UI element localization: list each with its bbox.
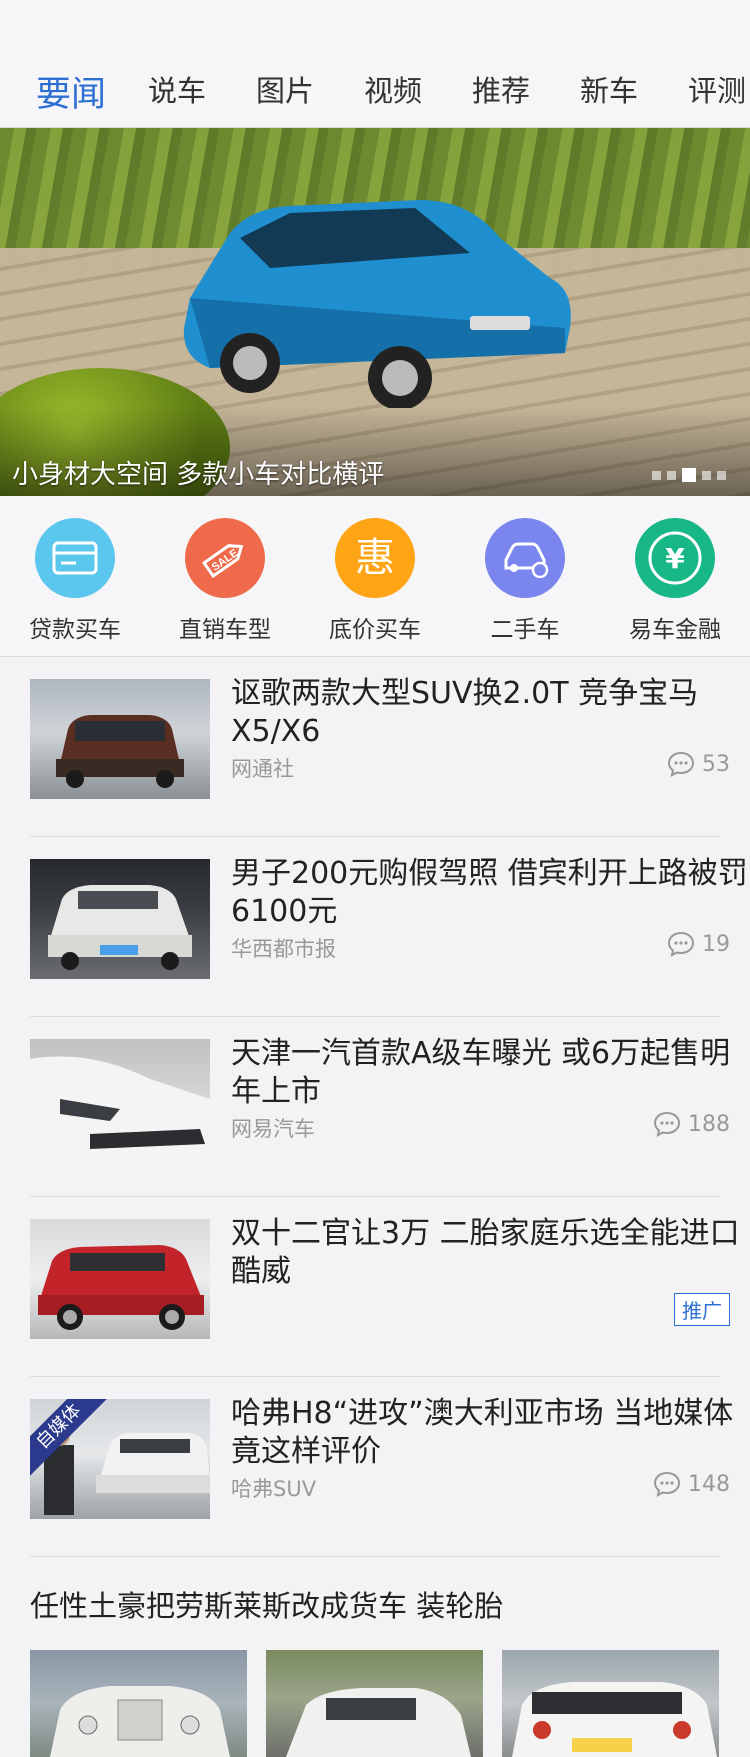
tab-car-talk[interactable]: 说车: [148, 68, 206, 110]
news-title: 双十二官让3万 二胎家庭乐选全能进口酷威: [231, 1216, 740, 1289]
news-thumbnail: [30, 679, 210, 799]
top-tab-bar: 要闻 说车 图片 视频 推荐 新车 评测: [0, 0, 750, 128]
news-list-item[interactable]: 男子200元购假驾照 借宾利开上路被罚6100元 华西都市报 19: [30, 837, 748, 1017]
shortcut-used-car[interactable]: 二手车: [450, 518, 600, 644]
news-thumbnail: 自媒体: [30, 1399, 210, 1519]
news-list-item-promoted[interactable]: 双十二官让3万 二胎家庭乐选全能进口酷威 推广: [30, 1197, 740, 1377]
carousel-dot[interactable]: [652, 470, 661, 480]
carousel-dot-active[interactable]: [682, 468, 696, 482]
tab-pictures[interactable]: 图片: [256, 68, 314, 110]
tab-reviews[interactable]: 评测: [688, 68, 746, 110]
carousel-dot[interactable]: [702, 470, 711, 480]
banner-car-image: [183, 200, 571, 408]
gallery-image[interactable]: [266, 1650, 483, 1757]
news-title: 天津一汽首款A级车曝光 或6万起售明年上市: [231, 1036, 731, 1109]
news-source: 网通社: [231, 757, 294, 781]
news-list-item[interactable]: 自媒体 哈弗H8“进攻”澳大利亚市场 当地媒体竟这样评价 哈弗SUV 148: [30, 1377, 733, 1557]
news-list-item[interactable]: 天津一汽首款A级车曝光 或6万起售明年上市 网易汽车 188: [30, 1017, 730, 1197]
shortcut-finance[interactable]: ¥ 易车金融: [600, 518, 750, 644]
carousel-page-indicator: [652, 468, 726, 482]
comment-count[interactable]: 19: [666, 930, 730, 958]
tab-new-cars[interactable]: 新车: [580, 68, 638, 110]
shortcut-floor-price[interactable]: 惠 底价买车: [300, 518, 450, 644]
comment-count-value: 53: [702, 751, 730, 777]
promoted-badge: 推广: [674, 1293, 730, 1326]
yen-icon: ¥: [635, 518, 715, 598]
sale-tag-icon: SALE: [185, 518, 265, 598]
gallery-image[interactable]: [502, 1650, 719, 1757]
news-list-item[interactable]: 讴歌两款大型SUV换2.0T 竞争宝马X5/X6 网通社 53: [30, 657, 730, 837]
comment-count-value: 188: [688, 1111, 730, 1137]
comment-icon: [667, 751, 695, 777]
news-thumbnail: [30, 859, 210, 979]
news-title: 哈弗H8“进攻”澳大利亚市场 当地媒体竟这样评价: [231, 1396, 734, 1469]
svg-text:¥: ¥: [665, 542, 685, 575]
comment-count[interactable]: 148: [652, 1470, 730, 1498]
shortcut-loan[interactable]: 贷款买车: [0, 518, 150, 644]
gallery-image[interactable]: [30, 1650, 247, 1757]
comment-count-value: 19: [702, 931, 730, 957]
comment-icon: [653, 1471, 681, 1497]
carousel-dot[interactable]: [667, 470, 676, 480]
shortcut-label: 二手车: [490, 617, 560, 643]
shortcut-row: 贷款买车 SALE 直销车型 惠 底价买车 二手车 ¥ 易车金融: [0, 496, 750, 657]
banner-carousel[interactable]: 小身材大空间 多款小车对比横评: [0, 128, 750, 496]
news-source: 华西都市报: [231, 937, 336, 961]
comment-icon: [653, 1111, 681, 1137]
car-exchange-icon: [485, 518, 565, 598]
tab-headlines[interactable]: 要闻: [36, 66, 106, 117]
shortcut-label: 底价买车: [329, 617, 421, 643]
news-title: 讴歌两款大型SUV换2.0T 竞争宝马X5/X6: [231, 676, 699, 749]
tab-recommend[interactable]: 推荐: [472, 68, 530, 110]
news-thumbnail: [30, 1219, 210, 1339]
gallery-news-title[interactable]: 任性土豪把劳斯莱斯改成货车 装轮胎: [30, 1583, 503, 1625]
banner-caption: 小身材大空间 多款小车对比横评: [12, 460, 385, 490]
hui-icon: 惠: [335, 518, 415, 598]
comment-count[interactable]: 53: [666, 750, 730, 778]
tab-videos[interactable]: 视频: [364, 68, 422, 110]
news-thumbnail: [30, 1039, 210, 1159]
comment-count[interactable]: 188: [652, 1110, 730, 1138]
carousel-dot[interactable]: [717, 470, 726, 480]
card-icon: [35, 518, 115, 598]
news-source: 网易汽车: [231, 1117, 315, 1141]
shortcut-direct-sale[interactable]: SALE 直销车型: [150, 518, 300, 644]
news-title: 男子200元购假驾照 借宾利开上路被罚6100元: [231, 856, 748, 929]
shortcut-label: 易车金融: [629, 617, 721, 643]
shortcut-label: 直销车型: [179, 617, 271, 643]
news-source: 哈弗SUV: [231, 1477, 317, 1501]
shortcut-label: 贷款买车: [29, 617, 121, 643]
comment-icon: [667, 931, 695, 957]
comment-count-value: 148: [688, 1471, 730, 1497]
